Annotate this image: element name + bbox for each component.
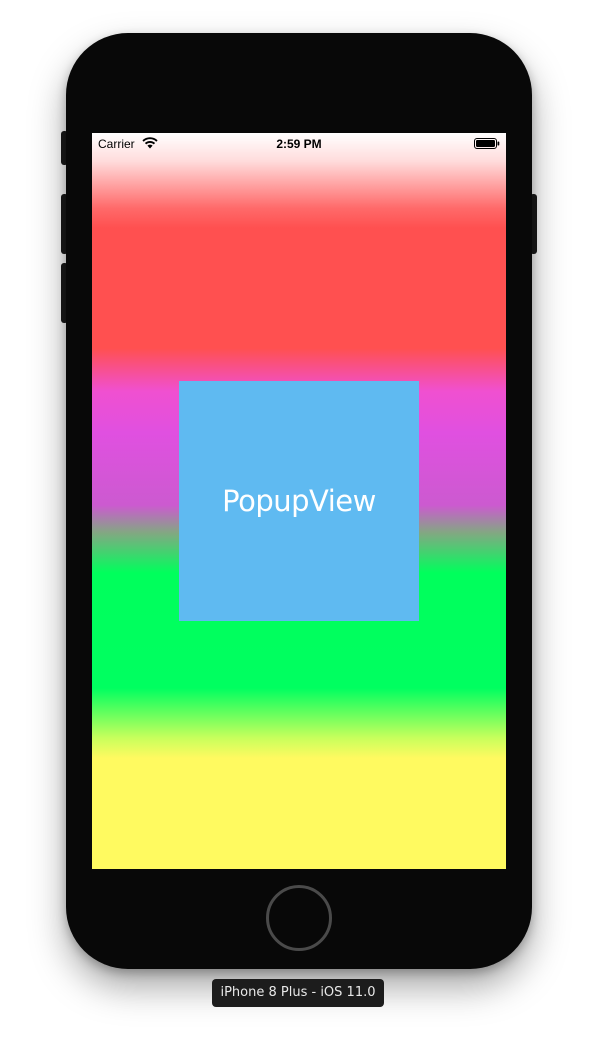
simulator-device-label: iPhone 8 Plus - iOS 11.0 [212, 979, 384, 1007]
home-button[interactable] [266, 885, 332, 951]
status-bar: Carrier 2:59 PM [92, 133, 506, 153]
status-time: 2:59 PM [276, 137, 322, 151]
popup-view[interactable]: PopupView [179, 381, 419, 621]
popup-view-label: PopupView [222, 484, 376, 518]
battery-icon [474, 138, 500, 149]
app-screen: Carrier 2:59 PM PopupView [92, 133, 506, 869]
simulator-stage: Carrier 2:59 PM PopupView iPhone 8 Plus … [0, 0, 598, 1050]
